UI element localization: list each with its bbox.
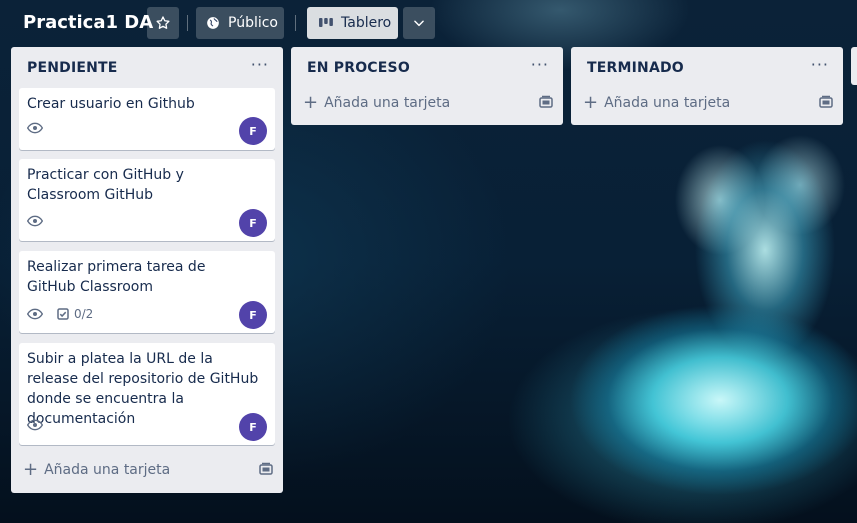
- add-list-button[interactable]: [851, 47, 857, 85]
- board-title[interactable]: Practica1 DA: [23, 12, 153, 33]
- card-title: Realizar primera tarea de GitHub Classro…: [27, 259, 206, 295]
- checklist-count: 0/2: [74, 307, 94, 321]
- add-card-label: Añada una tarjeta: [324, 95, 451, 111]
- list-pendiente: PENDIENTE ··· Crear usuario en Github F …: [11, 47, 283, 493]
- eye-icon: [27, 308, 43, 320]
- card-title: Practicar con GitHub y Classroom GitHub: [27, 167, 184, 203]
- eye-icon: [27, 419, 43, 431]
- add-card-label: Añada una tarjeta: [604, 95, 731, 111]
- card-template-icon[interactable]: [819, 95, 833, 109]
- card-template-icon[interactable]: [259, 462, 273, 476]
- divider: [187, 15, 188, 31]
- board-header: Practica1 DA Público Tablero: [0, 0, 857, 46]
- view-dropdown-button[interactable]: [403, 7, 435, 39]
- list-header: EN PROCESO ···: [291, 47, 563, 87]
- card-title: Subir a platea la URL de la release del …: [27, 351, 259, 427]
- more-horizontal-icon: ···: [810, 55, 829, 74]
- star-button[interactable]: [147, 7, 179, 39]
- eye-icon: [27, 122, 43, 134]
- list-en-proceso: EN PROCESO ··· + Añada una tarjeta: [291, 47, 563, 125]
- more-horizontal-icon: ···: [250, 55, 269, 74]
- card-badges: [27, 122, 43, 134]
- more-horizontal-icon: ···: [530, 55, 549, 74]
- card[interactable]: Crear usuario en Github F: [19, 88, 275, 150]
- card[interactable]: Subir a platea la URL de la release del …: [19, 343, 275, 445]
- card-badges: [27, 215, 43, 227]
- plus-icon: +: [583, 92, 599, 113]
- plus-icon: +: [23, 459, 39, 480]
- globe-icon: [207, 17, 219, 29]
- member-avatar[interactable]: F: [239, 413, 267, 441]
- card[interactable]: Realizar primera tarea de GitHub Classro…: [19, 251, 275, 333]
- checklist-icon: [57, 308, 69, 320]
- list-menu-button[interactable]: ···: [811, 55, 829, 74]
- card-template-icon[interactable]: [539, 95, 553, 109]
- card-badges: [27, 419, 43, 431]
- card-badges: 0/2: [27, 307, 93, 321]
- board-view-button[interactable]: Tablero: [307, 7, 398, 39]
- plus-icon: +: [303, 92, 319, 113]
- list-menu-button[interactable]: ···: [531, 55, 549, 74]
- card[interactable]: Practicar con GitHub y Classroom GitHub …: [19, 159, 275, 241]
- add-card-button[interactable]: + Añada una tarjeta: [583, 89, 833, 117]
- list-header: PENDIENTE ···: [11, 47, 283, 87]
- member-avatar[interactable]: F: [239, 209, 267, 237]
- visibility-button[interactable]: Público: [196, 7, 284, 39]
- eye-icon: [27, 215, 43, 227]
- add-card-label: Añada una tarjeta: [44, 462, 171, 478]
- star-icon: [156, 16, 170, 29]
- card-title: Crear usuario en Github: [27, 96, 195, 112]
- list-title[interactable]: PENDIENTE: [27, 60, 118, 76]
- board-view-label: Tablero: [341, 15, 392, 31]
- member-avatar[interactable]: F: [239, 301, 267, 329]
- list-title[interactable]: TERMINADO: [587, 60, 684, 76]
- visibility-label: Público: [228, 15, 278, 31]
- member-avatar[interactable]: F: [239, 117, 267, 145]
- list-title[interactable]: EN PROCESO: [307, 60, 410, 76]
- board-icon: [319, 18, 333, 27]
- divider: [295, 15, 296, 31]
- list-menu-button[interactable]: ···: [251, 55, 269, 74]
- list-terminado: TERMINADO ··· + Añada una tarjeta: [571, 47, 843, 125]
- add-card-button[interactable]: + Añada una tarjeta: [23, 456, 273, 484]
- add-card-button[interactable]: + Añada una tarjeta: [303, 89, 553, 117]
- list-header: TERMINADO ···: [571, 47, 843, 87]
- checklist-badge: 0/2: [57, 307, 93, 321]
- chevron-down-icon: [414, 20, 424, 27]
